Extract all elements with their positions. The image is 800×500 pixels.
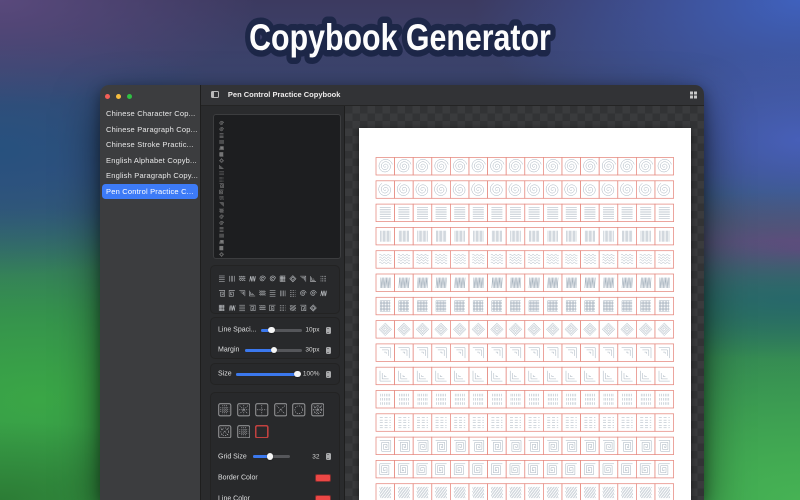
svg-text:Copybook Generator: Copybook Generator	[249, 17, 551, 59]
